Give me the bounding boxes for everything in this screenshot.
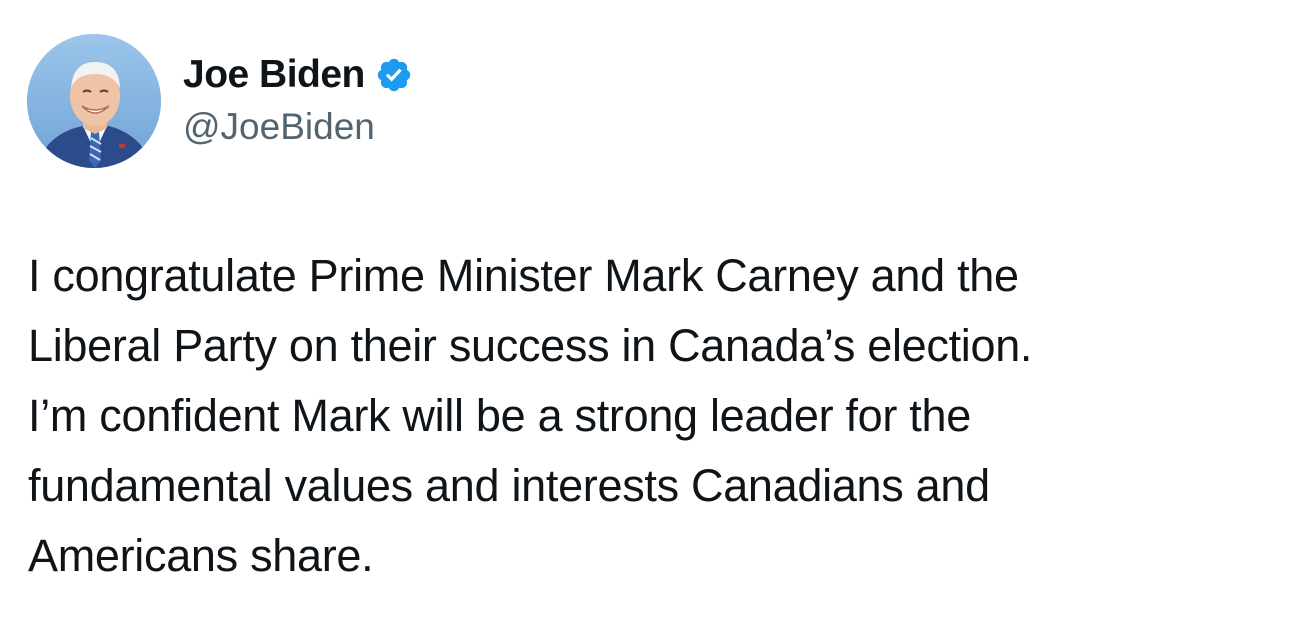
- tweet-text-line: Americans share.: [28, 530, 374, 581]
- verified-badge-icon[interactable]: [375, 56, 413, 94]
- tweet-text-line: I’m confident Mark will be a strong lead…: [28, 390, 971, 441]
- tweet-text-line: fundamental values and interests Canadia…: [28, 460, 990, 511]
- tweet-card: Joe Biden @JoeBiden I congratulate Prime…: [0, 0, 1290, 622]
- author-name-row: Joe Biden: [183, 52, 413, 98]
- author-display-name[interactable]: Joe Biden: [183, 52, 365, 98]
- tweet-text-line: I congratulate Prime Minister Mark Carne…: [28, 250, 1019, 301]
- author-handle[interactable]: @JoeBiden: [183, 104, 375, 150]
- tweet-text: I congratulate Prime Minister Mark Carne…: [28, 241, 1258, 591]
- tweet-text-line: Liberal Party on their success in Canada…: [28, 320, 1033, 371]
- author-avatar[interactable]: [27, 34, 161, 168]
- avatar-photo: [27, 34, 161, 168]
